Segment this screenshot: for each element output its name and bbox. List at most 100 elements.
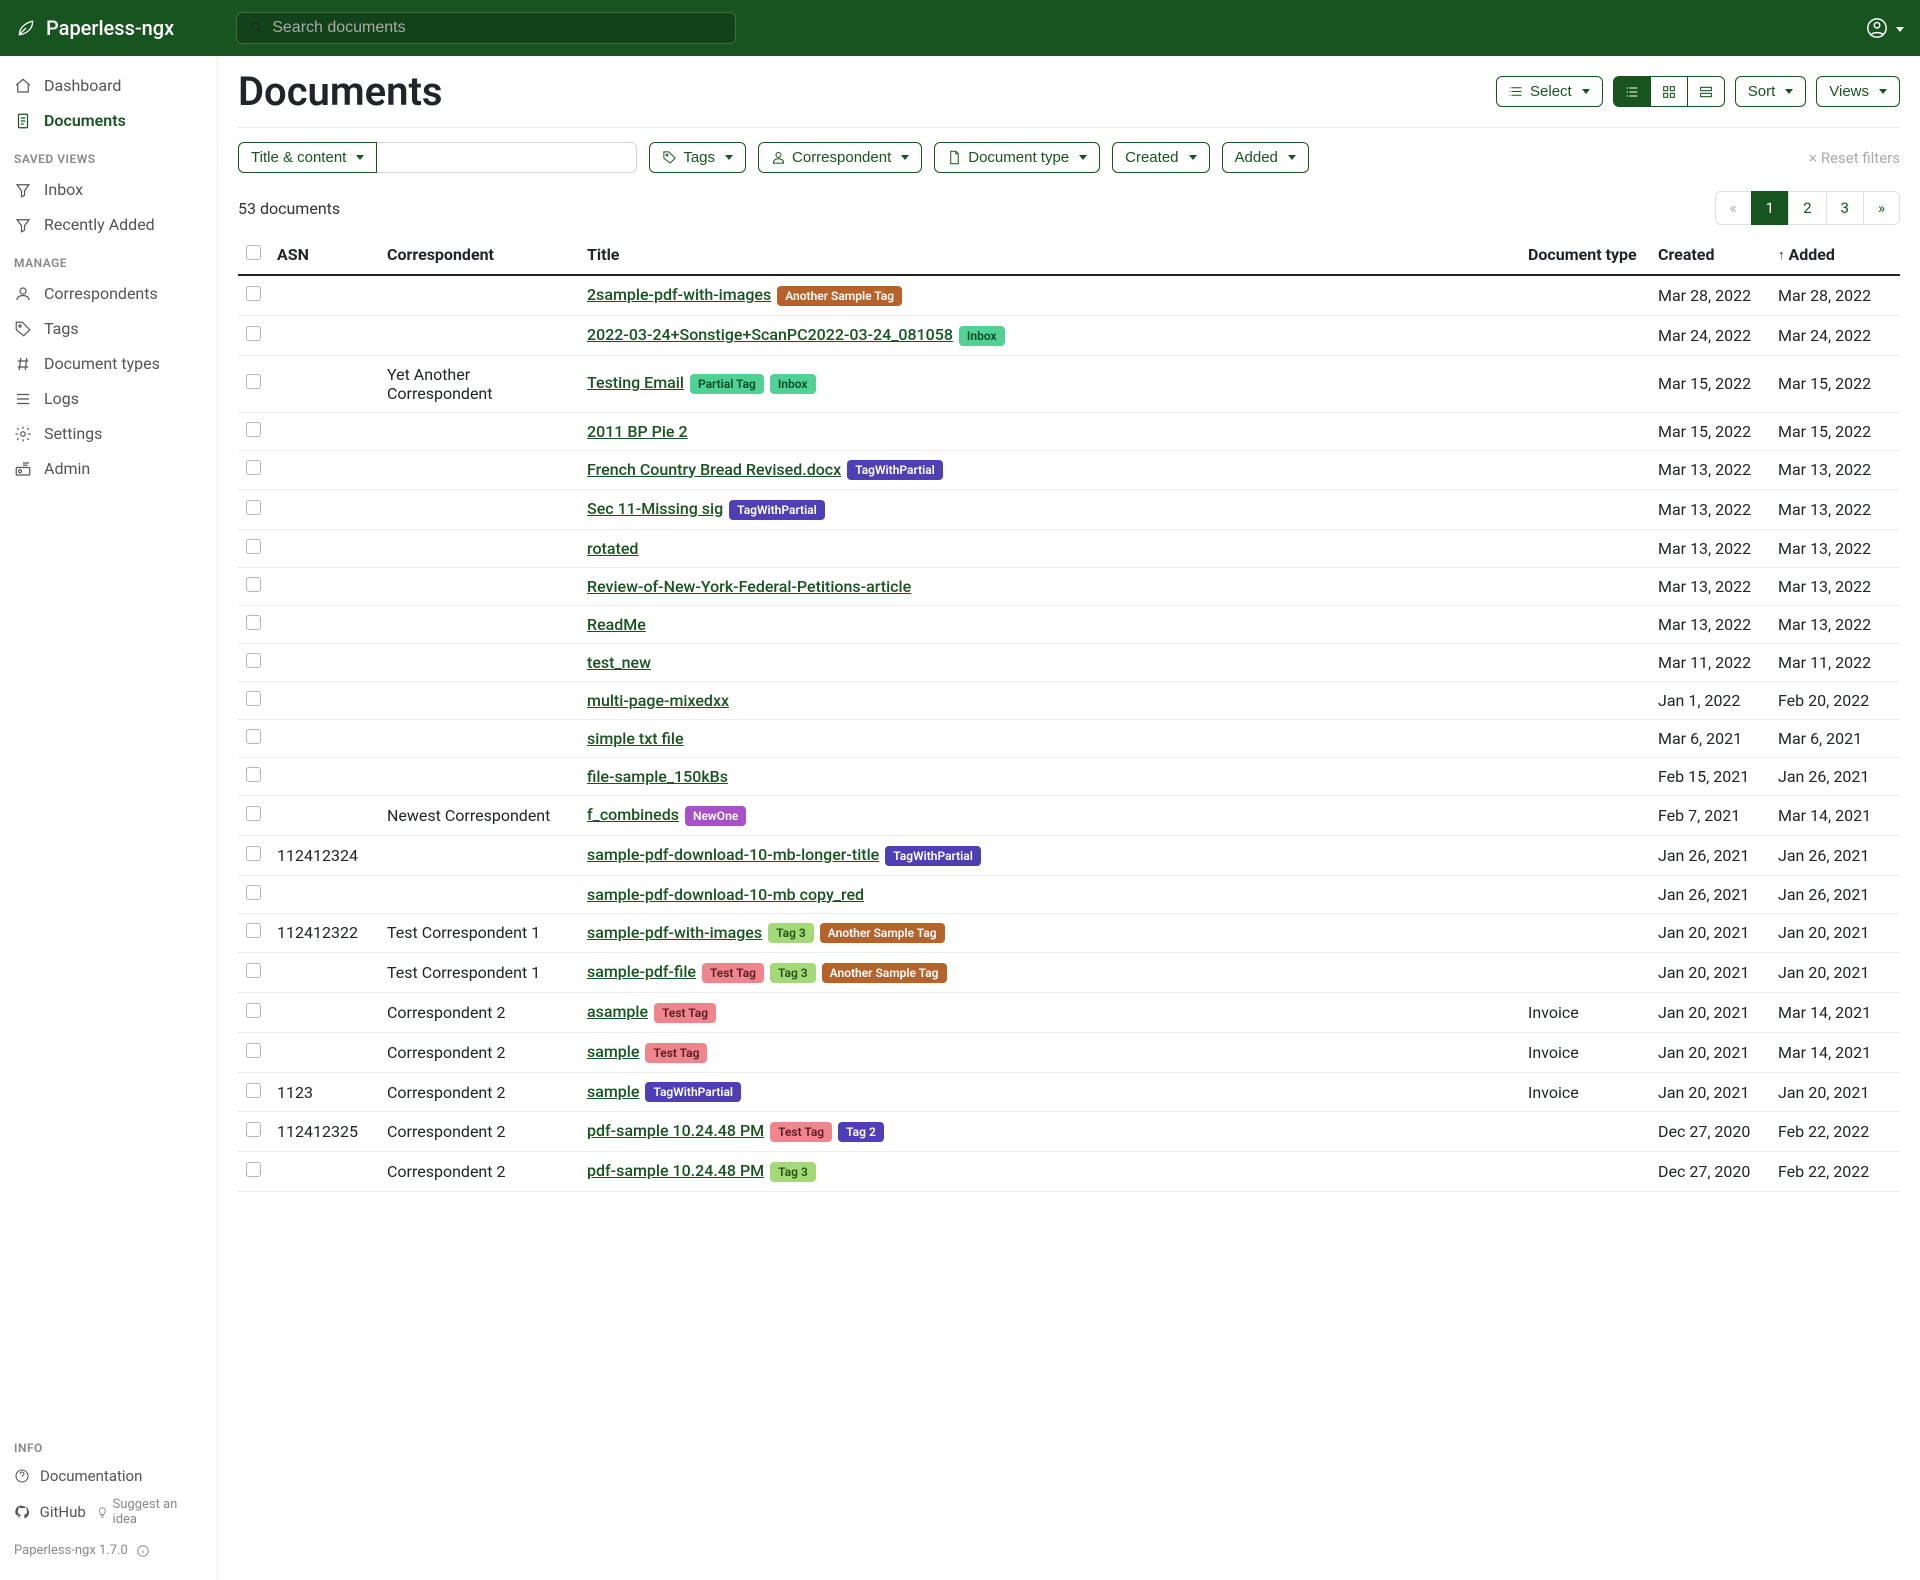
row-checkbox[interactable] bbox=[246, 615, 261, 630]
document-link[interactable]: f_combineds bbox=[587, 805, 679, 824]
row-checkbox[interactable] bbox=[246, 806, 261, 821]
col-correspondent[interactable]: Correspondent bbox=[379, 235, 579, 275]
document-link[interactable]: Sec 11-Missing sig bbox=[587, 499, 723, 518]
tag-badge[interactable]: Another Sample Tag bbox=[822, 963, 947, 983]
page-3[interactable]: 3 bbox=[1826, 191, 1864, 225]
cell-correspondent[interactable]: Test Correspondent 1 bbox=[379, 953, 579, 993]
col-title[interactable]: Title bbox=[579, 235, 1520, 275]
document-link[interactable]: French Country Bread Revised.docx bbox=[587, 460, 841, 479]
row-checkbox[interactable] bbox=[246, 460, 261, 475]
row-checkbox[interactable] bbox=[246, 374, 261, 389]
document-link[interactable]: sample-pdf-download-10-mb-longer-title bbox=[587, 845, 879, 864]
sidebar-item-admin[interactable]: Admin bbox=[0, 451, 217, 486]
tag-badge[interactable]: Tag 3 bbox=[768, 923, 814, 943]
sort-button[interactable]: Sort bbox=[1735, 76, 1807, 107]
tag-badge[interactable]: Inbox bbox=[770, 374, 816, 394]
col-created[interactable]: Created bbox=[1650, 235, 1770, 275]
cell-correspondent[interactable]: Correspondent 2 bbox=[379, 1032, 579, 1072]
info-link-github[interactable]: GitHubSuggest an idea bbox=[0, 1491, 217, 1533]
filter-tags-button[interactable]: Tags bbox=[649, 142, 746, 173]
col-added[interactable]: ↑Added bbox=[1770, 235, 1900, 275]
tag-badge[interactable]: TagWithPartial bbox=[847, 460, 943, 480]
cell-correspondent[interactable]: Correspondent 2 bbox=[379, 1072, 579, 1112]
sidebar-item-correspondents[interactable]: Correspondents bbox=[0, 276, 217, 311]
row-checkbox[interactable] bbox=[246, 539, 261, 554]
tag-badge[interactable]: Inbox bbox=[959, 326, 1005, 346]
info-link-documentation[interactable]: Documentation bbox=[0, 1461, 217, 1491]
tag-badge[interactable]: Test Tag bbox=[702, 963, 764, 983]
page-2[interactable]: 2 bbox=[1788, 191, 1826, 225]
row-checkbox[interactable] bbox=[246, 422, 261, 437]
tag-badge[interactable]: TagWithPartial bbox=[645, 1082, 741, 1102]
document-link[interactable]: pdf-sample 10.24.48 PM bbox=[587, 1121, 764, 1140]
sidebar-item-tags[interactable]: Tags bbox=[0, 311, 217, 346]
cell-correspondent[interactable]: Correspondent 2 bbox=[379, 1152, 579, 1192]
tag-badge[interactable]: Another Sample Tag bbox=[820, 923, 945, 943]
sidebar-item-documents[interactable]: Documents bbox=[0, 103, 217, 138]
cell-correspondent[interactable]: Correspondent 2 bbox=[379, 1112, 579, 1152]
sidebar-item-inbox[interactable]: Inbox bbox=[0, 172, 217, 207]
document-link[interactable]: simple txt file bbox=[587, 729, 684, 748]
tag-badge[interactable]: TagWithPartial bbox=[729, 500, 825, 520]
document-link[interactable]: sample bbox=[587, 1082, 639, 1101]
reset-filters-button[interactable]: × Reset filters bbox=[1809, 149, 1900, 167]
cell-doctype[interactable]: Invoice bbox=[1520, 1072, 1650, 1112]
row-checkbox[interactable] bbox=[246, 729, 261, 744]
row-checkbox[interactable] bbox=[246, 1083, 261, 1098]
views-button[interactable]: Views bbox=[1816, 76, 1900, 107]
document-link[interactable]: 2011 BP Pie 2 bbox=[587, 422, 688, 441]
document-link[interactable]: ReadMe bbox=[587, 615, 646, 634]
filter-mode-button[interactable]: Title & content bbox=[238, 142, 377, 173]
row-checkbox[interactable] bbox=[246, 1162, 261, 1177]
filter-doctype-button[interactable]: Document type bbox=[934, 142, 1100, 173]
tag-badge[interactable]: Tag 3 bbox=[770, 1162, 816, 1182]
cell-correspondent[interactable]: Yet Another Correspondent bbox=[379, 355, 579, 412]
document-link[interactable]: sample-pdf-download-10-mb copy_red bbox=[587, 885, 864, 904]
row-checkbox[interactable] bbox=[246, 923, 261, 938]
sidebar-item-logs[interactable]: Logs bbox=[0, 381, 217, 416]
sidebar-item-recently-added[interactable]: Recently Added bbox=[0, 207, 217, 242]
tag-badge[interactable]: NewOne bbox=[685, 806, 746, 826]
sidebar-item-document-types[interactable]: Document types bbox=[0, 346, 217, 381]
select-all-checkbox[interactable] bbox=[246, 245, 261, 260]
view-grid-button[interactable] bbox=[1650, 76, 1688, 107]
document-link[interactable]: test_new bbox=[587, 653, 651, 672]
tag-badge[interactable]: Test Tag bbox=[654, 1003, 716, 1023]
document-link[interactable]: Review-of-New-York-Federal-Petitions-art… bbox=[587, 577, 911, 596]
tag-badge[interactable]: Test Tag bbox=[770, 1122, 832, 1142]
col-doctype[interactable]: Document type bbox=[1520, 235, 1650, 275]
sidebar-item-settings[interactable]: Settings bbox=[0, 416, 217, 451]
document-link[interactable]: asample bbox=[587, 1002, 648, 1021]
document-link[interactable]: sample bbox=[587, 1042, 639, 1061]
row-checkbox[interactable] bbox=[246, 1122, 261, 1137]
row-checkbox[interactable] bbox=[246, 577, 261, 592]
row-checkbox[interactable] bbox=[246, 691, 261, 706]
document-link[interactable]: 2sample-pdf-with-images bbox=[587, 285, 771, 304]
page-«[interactable]: « bbox=[1715, 191, 1752, 225]
row-checkbox[interactable] bbox=[246, 286, 261, 301]
view-large-button[interactable] bbox=[1687, 76, 1725, 107]
cell-doctype[interactable]: Invoice bbox=[1520, 993, 1650, 1033]
brand[interactable]: Paperless-ngx bbox=[16, 16, 236, 40]
row-checkbox[interactable] bbox=[246, 963, 261, 978]
row-checkbox[interactable] bbox=[246, 846, 261, 861]
tag-badge[interactable]: Another Sample Tag bbox=[777, 286, 902, 306]
document-link[interactable]: sample-pdf-file bbox=[587, 962, 696, 981]
tag-badge[interactable]: Test Tag bbox=[645, 1043, 707, 1063]
cell-correspondent[interactable]: Test Correspondent 1 bbox=[379, 913, 579, 953]
view-details-button[interactable] bbox=[1613, 76, 1651, 107]
tag-badge[interactable]: Tag 2 bbox=[838, 1122, 884, 1142]
tag-badge[interactable]: Tag 3 bbox=[770, 963, 816, 983]
filter-text-input[interactable] bbox=[377, 142, 637, 173]
cell-correspondent[interactable]: Correspondent 2 bbox=[379, 993, 579, 1033]
cell-doctype[interactable]: Invoice bbox=[1520, 1032, 1650, 1072]
document-link[interactable]: Testing Email bbox=[587, 373, 684, 392]
suggest-idea-link[interactable]: Suggest an idea bbox=[96, 1497, 203, 1527]
document-link[interactable]: sample-pdf-with-images bbox=[587, 923, 762, 942]
document-link[interactable]: rotated bbox=[587, 539, 638, 558]
row-checkbox[interactable] bbox=[246, 1043, 261, 1058]
row-checkbox[interactable] bbox=[246, 885, 261, 900]
row-checkbox[interactable] bbox=[246, 500, 261, 515]
select-button[interactable]: Select bbox=[1496, 76, 1603, 107]
filter-created-button[interactable]: Created bbox=[1112, 142, 1209, 173]
